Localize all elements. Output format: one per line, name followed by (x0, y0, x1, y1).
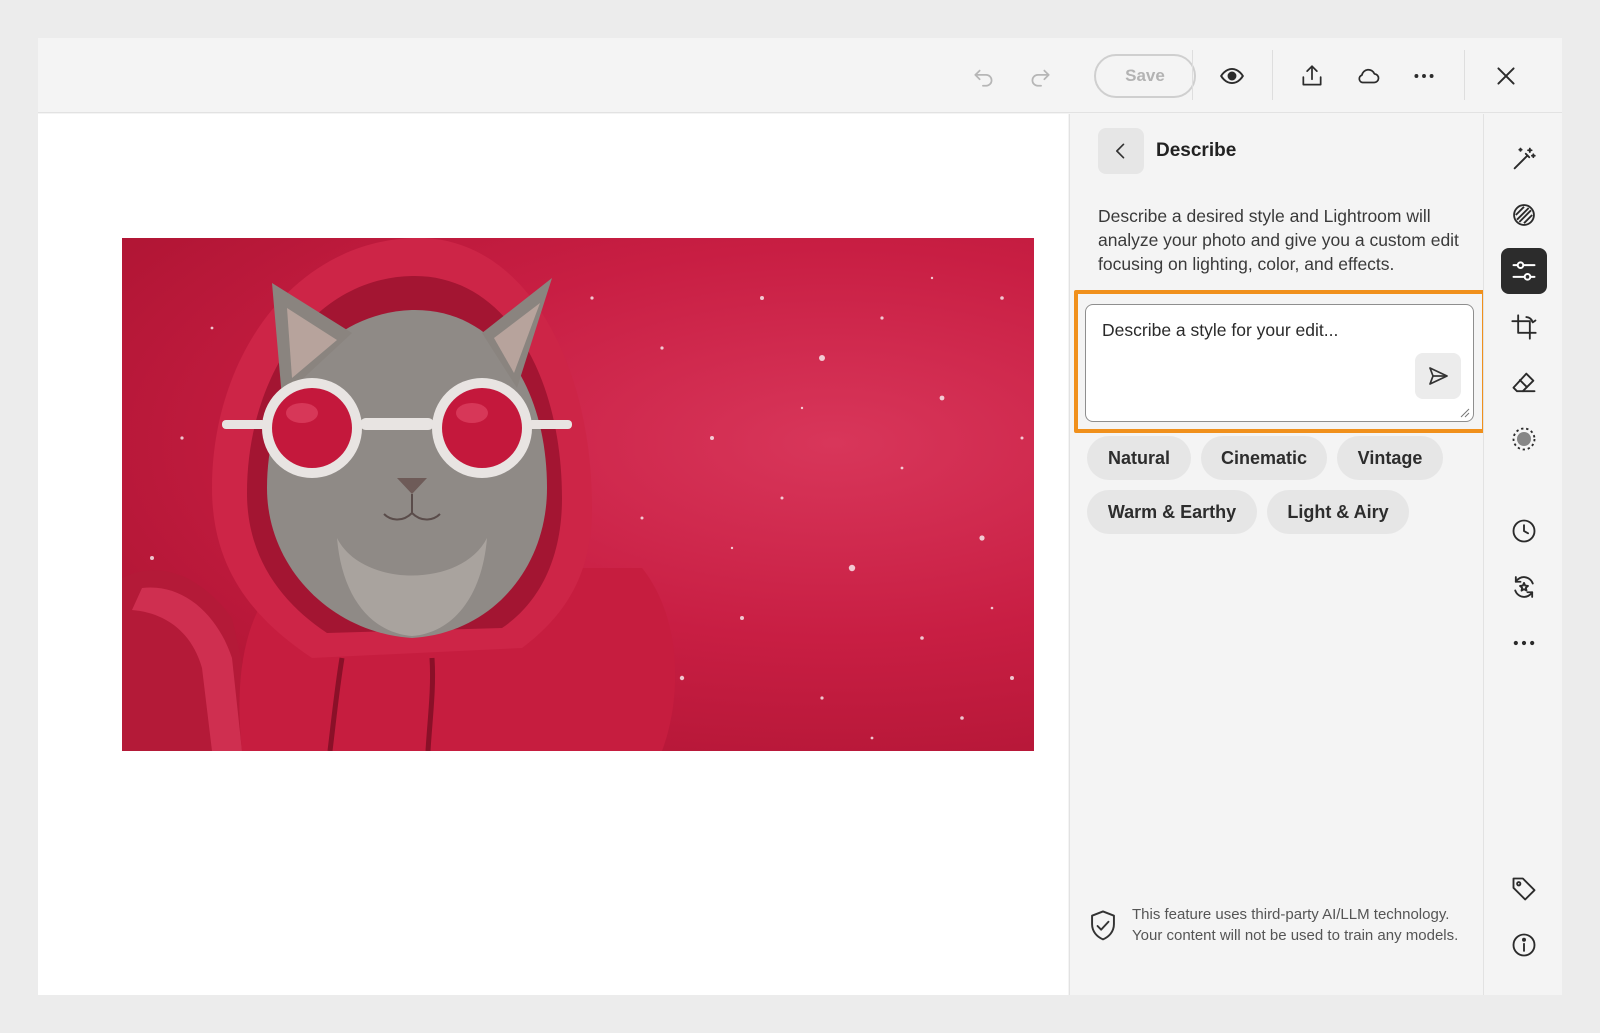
toolbar-divider (1272, 50, 1273, 100)
versions-button[interactable] (1501, 564, 1547, 610)
top-toolbar: Save (38, 38, 1562, 113)
edit-sliders-icon (1512, 261, 1536, 281)
toolbar-divider (1464, 50, 1465, 100)
more-options-button[interactable] (1404, 56, 1444, 96)
chip-natural[interactable]: Natural (1087, 436, 1191, 480)
eye-icon (1220, 67, 1244, 85)
crop-rotate-icon (1511, 314, 1537, 340)
prompt-box[interactable] (1085, 304, 1474, 422)
send-icon (1429, 367, 1448, 385)
undo-icon (974, 69, 993, 87)
edit-button[interactable] (1501, 248, 1547, 294)
panel-description: Describe a desired style and Lightroom w… (1098, 206, 1459, 274)
cloud-sync-button[interactable] (1348, 56, 1388, 96)
chip-vintage[interactable]: Vintage (1337, 436, 1443, 480)
remove-button[interactable] (1501, 360, 1547, 406)
ai-disclosure: This feature uses third-party AI/LLM tec… (1088, 904, 1478, 954)
presets-button[interactable] (1501, 192, 1547, 238)
share-icon (1302, 65, 1322, 86)
masking-button[interactable] (1501, 416, 1547, 462)
toolbar-divider (1192, 50, 1193, 100)
send-button[interactable] (1415, 353, 1461, 399)
ai-disclosure-line-1: This feature uses third-party AI/LLM tec… (1132, 906, 1450, 923)
chip-cinematic[interactable]: Cinematic (1201, 436, 1327, 480)
ai-disclosure-line-2: Your content will not be used to train a… (1132, 927, 1459, 944)
more-horizontal-icon (1414, 74, 1434, 78)
resize-grip-icon[interactable] (1460, 408, 1470, 418)
describe-panel: Describe Describe a desired style and Li… (1069, 114, 1486, 995)
info-icon (1512, 933, 1536, 957)
chip-light-airy[interactable]: Light & Airy (1267, 490, 1409, 534)
chevron-left-icon (1116, 143, 1125, 159)
preview-button[interactable] (1212, 56, 1252, 96)
tool-rail (1483, 114, 1562, 995)
shield-check-icon (1091, 910, 1115, 941)
history-icon (1512, 519, 1536, 543)
crop-button[interactable] (1501, 304, 1547, 350)
history-button[interactable] (1501, 508, 1547, 554)
more-tools-button[interactable] (1501, 620, 1547, 666)
cat-in-hoodie-illustration (122, 238, 1024, 751)
close-button[interactable] (1486, 56, 1526, 96)
more-horizontal-icon (1513, 640, 1535, 646)
magic-wand-icon (1513, 147, 1536, 170)
chip-warm-earthy[interactable]: Warm & Earthy (1087, 490, 1257, 534)
image-canvas[interactable] (38, 114, 1068, 995)
panel-title: Describe (1156, 140, 1237, 161)
save-button[interactable]: Save (1094, 54, 1196, 98)
share-button[interactable] (1292, 56, 1332, 96)
info-button[interactable] (1501, 922, 1547, 968)
ai-disclosure-text: This feature uses third-party AI/LLM tec… (1132, 904, 1458, 946)
tag-icon (1512, 877, 1536, 901)
app-window: Save Describe Describe a desired style a… (38, 38, 1562, 995)
versions-icon (1514, 576, 1534, 598)
undo-button[interactable] (964, 56, 1004, 96)
style-prompt-input[interactable] (1102, 315, 1402, 345)
eraser-icon (1512, 372, 1536, 393)
redo-button[interactable] (1020, 56, 1060, 96)
masking-icon (1512, 427, 1536, 451)
cloud-icon (1358, 68, 1380, 84)
back-button[interactable] (1098, 128, 1144, 174)
close-icon (1497, 67, 1515, 85)
quick-actions-button[interactable] (1501, 136, 1547, 182)
keywords-button[interactable] (1501, 866, 1547, 912)
presets-icon (1513, 204, 1535, 226)
redo-icon (1031, 69, 1050, 87)
photo-preview (122, 238, 1034, 751)
